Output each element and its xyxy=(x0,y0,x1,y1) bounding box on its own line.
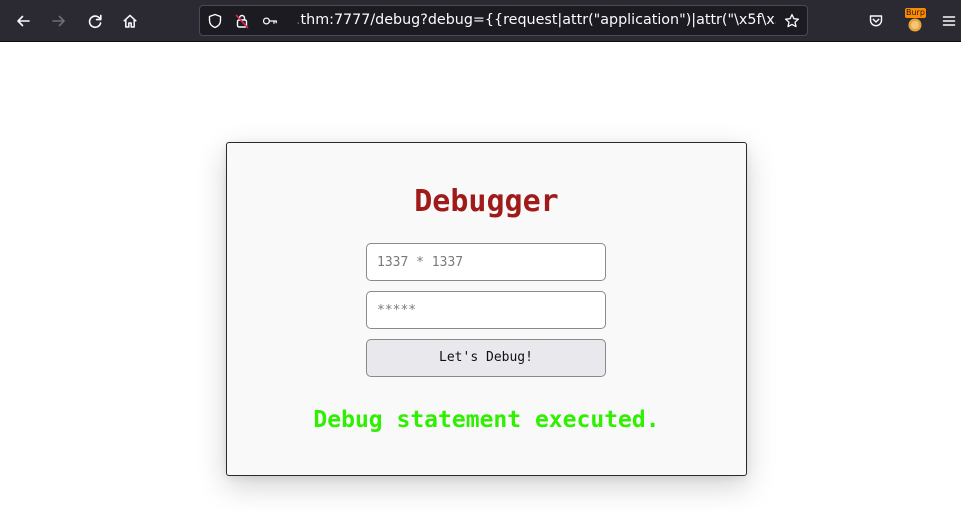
arrow-right-icon xyxy=(52,15,65,27)
pocket-button[interactable] xyxy=(862,7,890,35)
page-title: Debugger xyxy=(414,184,559,219)
url-text[interactable]: .thm:7777/debug?debug={{request|attr("ap… xyxy=(296,6,776,35)
reload-icon xyxy=(88,14,102,29)
burp-badge-label: Burp xyxy=(905,8,926,18)
back-button[interactable] xyxy=(9,7,37,35)
forward-button[interactable] xyxy=(45,7,73,35)
browser-toolbar: .thm:7777/debug?debug={{request|attr("ap… xyxy=(0,0,961,42)
arrow-left-icon xyxy=(17,15,30,27)
password-input[interactable] xyxy=(366,291,606,329)
key-icon[interactable] xyxy=(262,13,278,29)
pocket-icon xyxy=(869,15,883,27)
expression-input[interactable] xyxy=(366,243,606,281)
lock-slash-icon[interactable] xyxy=(234,13,250,29)
hamburger-menu-icon xyxy=(942,16,956,26)
home-button[interactable] xyxy=(116,7,144,35)
debugger-card: Debugger Let's Debug! Debug statement ex… xyxy=(226,142,747,476)
url-visible-text: thm:7777/debug?debug={{request|attr("app… xyxy=(300,12,776,28)
home-icon xyxy=(123,14,137,28)
address-bar[interactable]: .thm:7777/debug?debug={{request|attr("ap… xyxy=(199,5,808,36)
star-icon[interactable] xyxy=(784,13,800,29)
debug-button[interactable]: Let's Debug! xyxy=(366,339,606,377)
reload-button[interactable] xyxy=(81,7,109,35)
menu-button[interactable] xyxy=(935,7,961,35)
status-message: Debug statement executed. xyxy=(313,407,660,433)
shield-icon[interactable] xyxy=(207,13,223,29)
